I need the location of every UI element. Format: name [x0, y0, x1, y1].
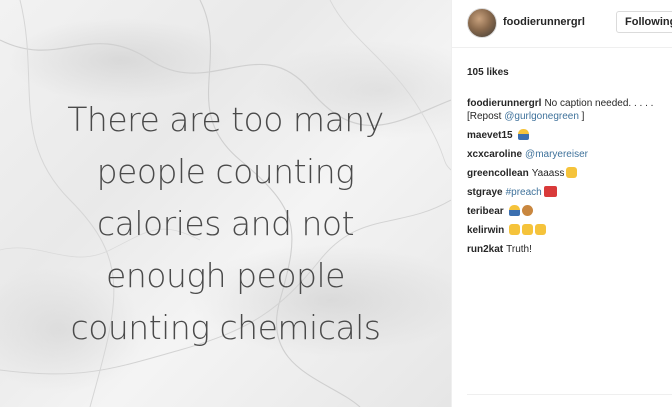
post-header: foodierunnergrl Following	[452, 0, 672, 48]
quote-text: There are too many people counting calor…	[67, 99, 384, 347]
post-photo[interactable]: There are too many people counting calor…	[0, 0, 451, 407]
divider	[467, 394, 672, 395]
list-item: run2kat Truth!	[467, 243, 672, 256]
celebration-hands-icon	[522, 224, 534, 235]
list-item: greencollean Yaaass	[467, 167, 672, 180]
avatar[interactable]	[467, 8, 497, 38]
comment-text: Yaaass	[531, 168, 565, 179]
celebration-hands-icon	[509, 224, 521, 235]
following-button[interactable]: Following	[616, 11, 672, 33]
list-item: xcxcaroline @maryereiser	[467, 148, 672, 161]
mention-link[interactable]: @maryereiser	[525, 149, 588, 160]
post-details-panel: foodierunnergrl Following 105 likes 4 fo…	[452, 0, 672, 407]
comment-text: Truth!	[506, 244, 532, 255]
list-item: teribear	[467, 205, 672, 218]
celebration-hands-icon	[566, 167, 578, 178]
caption-username[interactable]: foodierunnergrl	[467, 98, 541, 109]
raising-hand-icon	[508, 205, 520, 216]
hand-icon	[521, 205, 533, 216]
likes-row: 105 likes 4	[467, 67, 672, 81]
quote-container: There are too many people counting calor…	[0, 0, 451, 407]
likes-count[interactable]: 105 likes	[467, 67, 509, 78]
caption-text: No caption needed. . . . .	[544, 98, 654, 109]
comment-username[interactable]: greencollean	[467, 168, 529, 179]
caption-repost: [Repost @gurlgonegreen ]	[467, 111, 585, 122]
username-link[interactable]: foodierunnergrl	[503, 16, 585, 28]
comments-list: foodierunnergrl No caption needed. . . . …	[467, 97, 672, 262]
comment-username[interactable]: maevet15	[467, 130, 513, 141]
list-item: stgraye #preach	[467, 186, 672, 199]
celebration-hands-icon	[535, 224, 547, 235]
comment-username[interactable]: xcxcaroline	[467, 149, 522, 160]
caption: foodierunnergrl No caption needed. . . . …	[467, 97, 672, 123]
comment-username[interactable]: teribear	[467, 206, 504, 217]
comment-username[interactable]: stgraye	[467, 187, 503, 198]
comment-username[interactable]: kelirwin	[467, 225, 504, 236]
hundred-points-icon	[543, 186, 557, 197]
list-item: kelirwin	[467, 224, 672, 237]
hashtag-link[interactable]: #preach	[506, 187, 542, 198]
comment-username[interactable]: run2kat	[467, 244, 503, 255]
list-item: maevet15	[467, 129, 672, 142]
repost-handle-link[interactable]: @gurlgonegreen	[504, 111, 579, 122]
raising-hand-icon	[517, 129, 529, 140]
